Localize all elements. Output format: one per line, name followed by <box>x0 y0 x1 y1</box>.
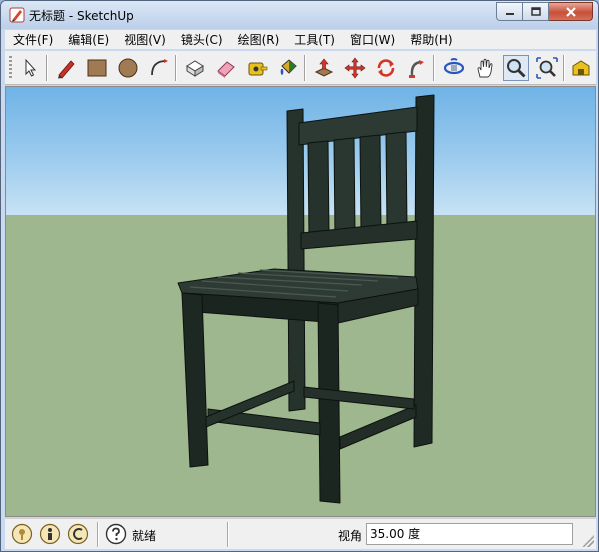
orbit-tool[interactable] <box>441 55 467 81</box>
arc-icon <box>151 59 168 76</box>
zoom-magnifier-icon <box>507 59 526 78</box>
push-pull-tool[interactable] <box>311 55 337 81</box>
zoom-extents-tool[interactable] <box>534 55 560 81</box>
menu-edit[interactable]: 编辑(E) <box>60 30 116 50</box>
status-separator <box>227 522 229 547</box>
pencil-icon <box>58 60 75 79</box>
toolbar-separator <box>46 55 48 81</box>
select-tool[interactable] <box>17 55 43 81</box>
pan-tool[interactable] <box>472 55 498 81</box>
arrow-cursor-icon <box>25 58 37 77</box>
toolbar-separator <box>433 55 435 81</box>
close-icon <box>565 6 576 17</box>
measurements-label: 视角 <box>338 529 363 543</box>
tape-measure-icon <box>248 62 268 76</box>
maximize-icon <box>530 6 541 16</box>
warehouse-tool[interactable] <box>568 55 594 81</box>
geolocation-icon <box>11 523 33 545</box>
hand-icon <box>477 58 493 78</box>
zoom-extents-icon <box>536 57 558 79</box>
maximize-button[interactable] <box>523 2 549 21</box>
circle-tool[interactable] <box>115 55 141 81</box>
warehouse-icon <box>572 60 590 76</box>
component-icon <box>186 60 204 77</box>
toolbar-separator <box>563 55 565 81</box>
main-toolbar <box>5 51 596 85</box>
minimize-button[interactable] <box>496 2 523 21</box>
title-bar[interactable]: 无标题 - SketchUp <box>1 1 598 29</box>
menu-draw[interactable]: 绘图(R) <box>230 30 287 50</box>
zoom-tool[interactable] <box>503 55 529 81</box>
drawing-viewport[interactable] <box>5 86 596 517</box>
paint-bucket-icon <box>280 59 297 75</box>
status-message: 就绪 <box>132 529 157 543</box>
rectangle-icon <box>87 59 107 77</box>
rotate-icon <box>377 59 395 77</box>
menu-bar: 文件(F) 编辑(E) 视图(V) 镜头(C) 绘图(R) 工具(T) 窗口(W… <box>5 30 596 50</box>
move-arrows-icon <box>344 57 366 79</box>
resize-grip[interactable] <box>582 535 594 547</box>
toolbar-separator <box>175 55 177 81</box>
arc-tool[interactable] <box>146 55 172 81</box>
sketchup-pencil-icon <box>9 7 25 23</box>
instructor-icon <box>67 523 89 545</box>
rotate-tool[interactable] <box>373 55 399 81</box>
rectangle-tool[interactable] <box>84 55 110 81</box>
circle-icon <box>118 58 138 78</box>
credits-button[interactable] <box>39 523 61 545</box>
help-icon <box>105 523 127 545</box>
menu-window[interactable]: 窗口(W) <box>342 30 402 50</box>
menu-view[interactable]: 视图(V) <box>116 30 173 50</box>
tape-measure-tool[interactable] <box>244 55 270 81</box>
minimize-icon <box>505 12 514 15</box>
status-bar: 就绪 视角 35.00 度 <box>5 518 596 549</box>
orbit-icon <box>443 58 465 75</box>
menu-help[interactable]: 帮助(H) <box>402 30 459 50</box>
geolocation-button[interactable] <box>11 523 33 545</box>
make-component-tool[interactable] <box>182 55 208 81</box>
sketchup-window: 无标题 - SketchUp 文件(F) 编辑(E) 视图(V) 镜头(C) 绘… <box>0 0 599 552</box>
window-title: 无标题 - SketchUp <box>29 9 134 23</box>
chair-model[interactable] <box>6 87 596 517</box>
eraser-icon <box>217 61 235 78</box>
follow-me-icon <box>409 60 424 78</box>
move-tool[interactable] <box>342 55 368 81</box>
status-separator <box>97 522 99 547</box>
help-button[interactable] <box>105 523 127 545</box>
toolbar-grip[interactable] <box>9 56 12 80</box>
follow-me-tool[interactable] <box>404 55 430 81</box>
menu-camera[interactable]: 镜头(C) <box>173 30 230 50</box>
line-tool[interactable] <box>53 55 79 81</box>
toolbar-separator <box>304 55 306 81</box>
paint-bucket-tool[interactable] <box>275 55 301 81</box>
menu-file[interactable]: 文件(F) <box>5 30 60 50</box>
push-pull-icon <box>314 58 334 77</box>
measurements-input[interactable]: 35.00 度 <box>366 523 573 545</box>
credits-icon <box>39 523 61 545</box>
instructor-button[interactable] <box>67 523 89 545</box>
menu-tools[interactable]: 工具(T) <box>286 30 342 50</box>
eraser-tool[interactable] <box>213 55 239 81</box>
window-controls <box>496 2 593 21</box>
close-button[interactable] <box>549 2 593 21</box>
